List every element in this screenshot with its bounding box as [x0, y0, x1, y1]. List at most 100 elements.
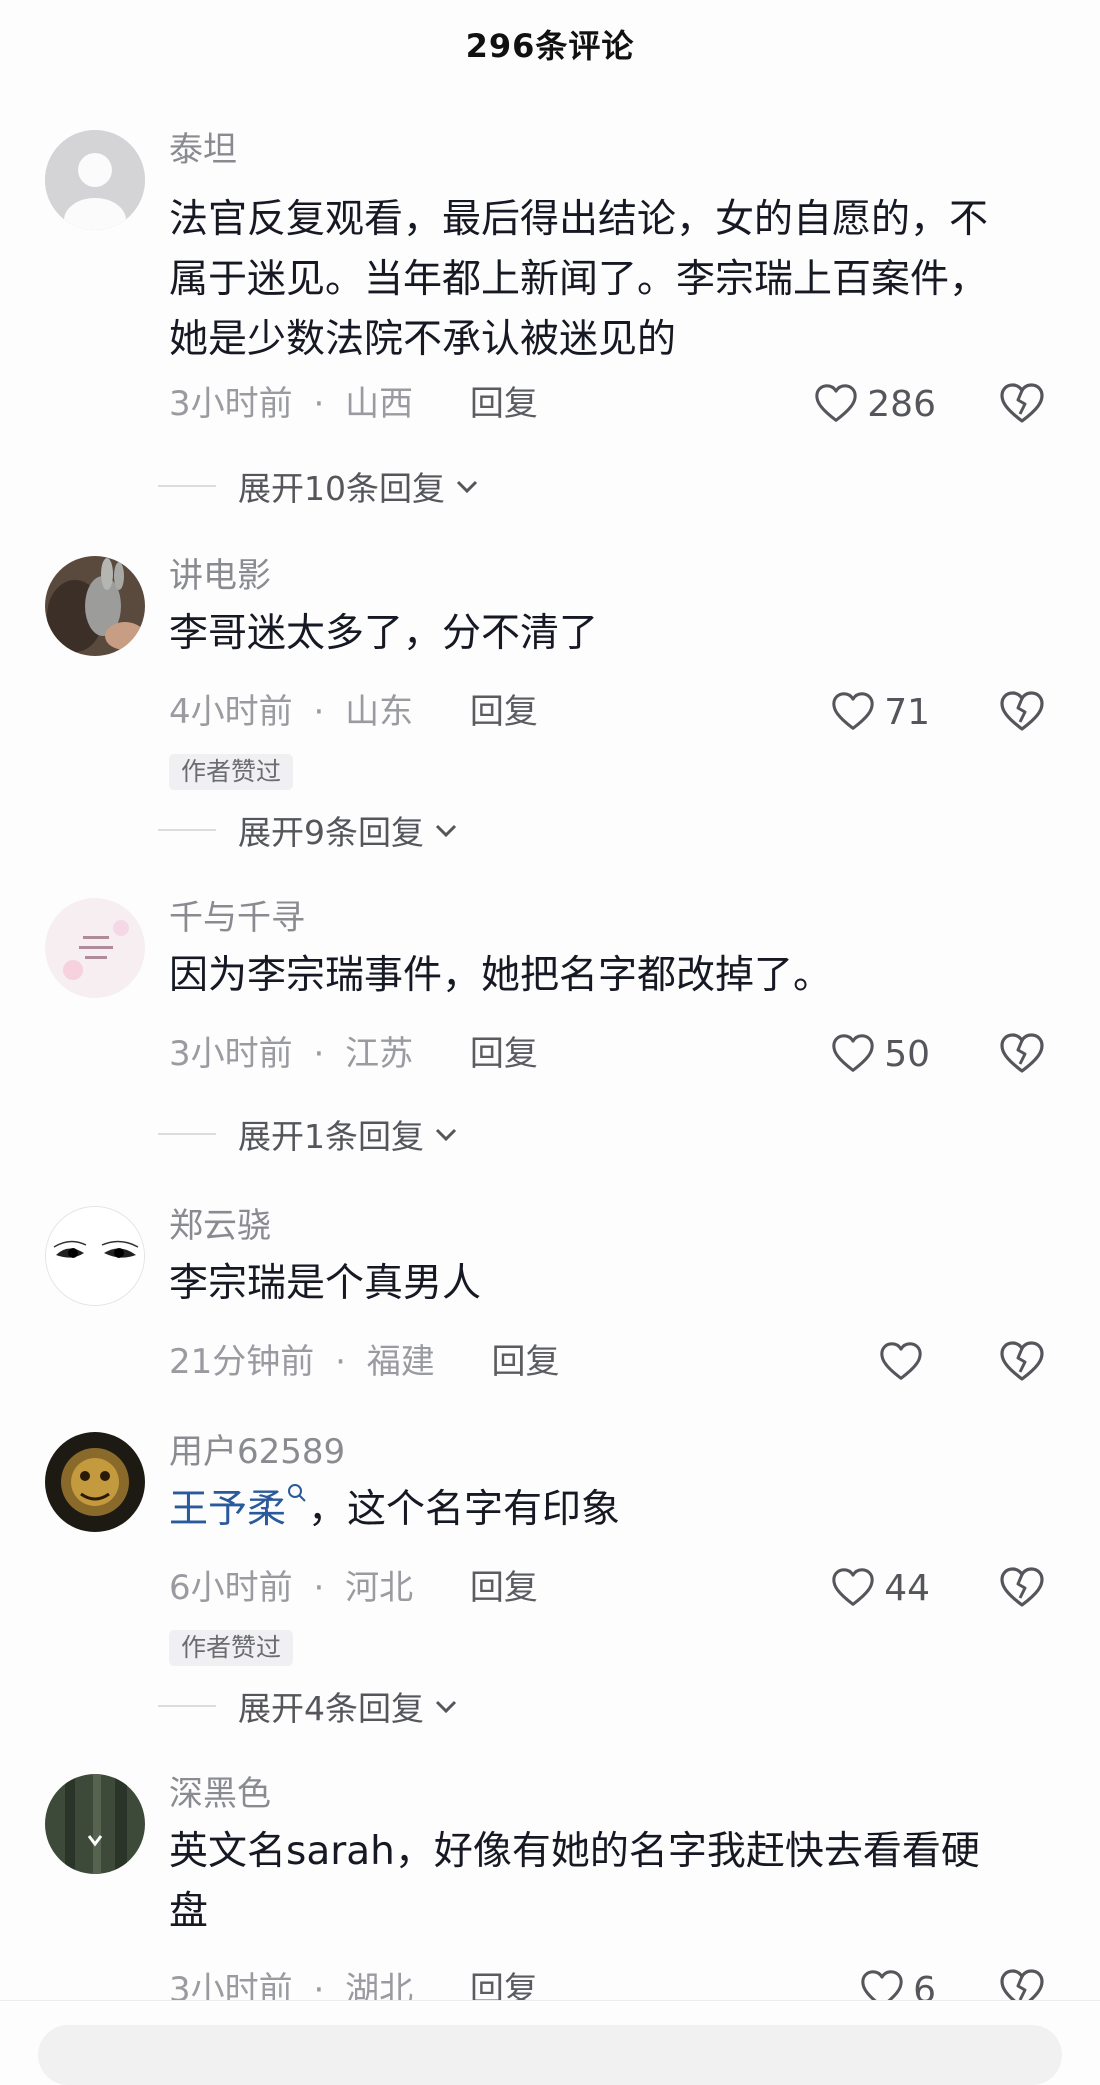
- like-button[interactable]: [878, 1337, 932, 1387]
- like-count: 6: [913, 1969, 936, 2001]
- expand-replies[interactable]: 展开1条回复: [158, 1110, 462, 1158]
- avatar[interactable]: [45, 1206, 145, 1306]
- broken-heart-icon: [1000, 1341, 1044, 1381]
- comment-time: 3小时前: [169, 1034, 293, 1074]
- comment-text-line: 盘: [169, 1889, 209, 1934]
- broken-heart-icon: [1000, 1969, 1044, 2000]
- dislike-button[interactable]: [998, 1030, 1048, 1080]
- comment-time: 6小时前: [169, 1568, 293, 1608]
- reply-button[interactable]: 回复: [470, 1970, 538, 2000]
- chevron-down-icon: [435, 1128, 457, 1142]
- comment-meta: 3小时前 · 山西 回复: [169, 382, 538, 426]
- comment-time: 4小时前: [169, 692, 293, 732]
- comment-meta: 3小时前 · 湖北 回复: [169, 1968, 538, 2000]
- meta-separator: ·: [335, 1342, 346, 1382]
- comment-username[interactable]: 深黑色: [169, 1774, 271, 1816]
- broken-heart-icon: [1000, 691, 1044, 731]
- comment-text-line: 法官反复观看，最后得出结论，女的自愿的，不: [169, 197, 989, 242]
- comment-item: 泰坦 法官反复观看，最后得出结论，女的自愿的，不 属于迷见。当年都上新闻了。李宗…: [0, 130, 1100, 510]
- like-button[interactable]: 286: [813, 379, 936, 429]
- reply-button[interactable]: 回复: [470, 1568, 538, 1608]
- comment-item: 千与千寻 因为李宗瑞事件，她把名字都改掉了。 3小时前 · 江苏 回复 50 展…: [0, 898, 1100, 1158]
- heart-outline-icon: [832, 1034, 874, 1072]
- comment-text-line: 英文名sarah，好像有她的名字我赶快去看看硬: [169, 1829, 980, 1874]
- avatar[interactable]: [45, 556, 145, 656]
- comment-item: 讲电影 李哥迷太多了，分不清了 4小时前 · 山东 回复 71 作者赞过 展开9…: [0, 556, 1100, 856]
- divider: [158, 1705, 216, 1707]
- divider: [158, 485, 216, 487]
- comment-text-line: 她是少数法院不承认被迷见的: [169, 317, 677, 362]
- comment-text: 因为李宗瑞事件，她把名字都改掉了。: [169, 953, 833, 998]
- dislike-button[interactable]: [998, 688, 1048, 738]
- reply-button[interactable]: 回复: [470, 384, 538, 424]
- dislike-button[interactable]: [998, 1966, 1048, 2000]
- search-icon[interactable]: [286, 1482, 308, 1504]
- like-button[interactable]: 6: [859, 1965, 936, 2000]
- meta-separator: ·: [313, 384, 325, 424]
- comment-location: 福建: [366, 1342, 435, 1382]
- comment-meta: 4小时前 · 山东 回复: [169, 690, 538, 734]
- comment-input[interactable]: [38, 2025, 1062, 2085]
- comment-item: 郑云骁 李宗瑞是个真男人 21分钟前 · 福建 回复: [0, 1206, 1100, 1396]
- comment-time: 21分钟前: [169, 1342, 315, 1382]
- comment-meta: 6小时前 · 河北 回复: [169, 1566, 538, 1610]
- comment-meta: 21分钟前 · 福建 回复: [169, 1340, 560, 1384]
- avatar[interactable]: [45, 130, 145, 230]
- mention-link[interactable]: 王予柔: [169, 1487, 286, 1532]
- heart-outline-icon: [815, 384, 857, 422]
- comment-time: 3小时前: [169, 384, 293, 424]
- comment-meta: 3小时前 · 江苏 回复: [169, 1032, 538, 1076]
- meta-separator: ·: [313, 1970, 325, 2000]
- comment-location: 湖北: [345, 1970, 414, 2000]
- dislike-button[interactable]: [998, 1564, 1048, 1614]
- divider: [158, 829, 216, 831]
- comment-username[interactable]: 郑云骁: [169, 1204, 271, 1248]
- comment-username[interactable]: 千与千寻: [169, 896, 305, 940]
- broken-heart-icon: [1000, 1033, 1044, 1073]
- comment-text: 李哥迷太多了，分不清了: [169, 611, 599, 656]
- heart-outline-icon: [880, 1342, 922, 1380]
- like-count: 44: [884, 1567, 930, 1609]
- comment-username[interactable]: 泰坦: [169, 128, 237, 172]
- comments-header: 296条评论: [0, 0, 1100, 88]
- heart-outline-icon: [832, 692, 874, 730]
- comment-item: 深黑色 英文名sarah，好像有她的名字我赶快去看看硬 盘 3小时前 · 湖北 …: [0, 1774, 1100, 2000]
- avatar[interactable]: [45, 1774, 145, 1874]
- expand-replies-label: 展开9条回复: [238, 813, 424, 852]
- comment-input-bar: [0, 2000, 1100, 2085]
- avatar[interactable]: [45, 1432, 145, 1532]
- like-button[interactable]: 44: [830, 1563, 930, 1613]
- comment-text-line: 属于迷见。当年都上新闻了。李宗瑞上百案件，: [169, 257, 989, 302]
- comment-text: 法官反复观看，最后得出结论，女的自愿的，不 属于迷见。当年都上新闻了。李宗瑞上百…: [169, 190, 1069, 370]
- dislike-button[interactable]: [998, 380, 1048, 430]
- divider: [158, 1133, 216, 1135]
- meta-separator: ·: [313, 692, 325, 732]
- meta-separator: ·: [313, 1034, 325, 1074]
- comment-location: 山西: [345, 384, 414, 424]
- reply-button[interactable]: 回复: [470, 692, 538, 732]
- expand-replies[interactable]: 展开9条回复: [158, 806, 462, 854]
- comment-location: 河北: [345, 1568, 414, 1608]
- expand-replies-label: 展开1条回复: [238, 1117, 424, 1156]
- avatar[interactable]: [45, 898, 145, 998]
- like-count: 71: [884, 691, 930, 733]
- comment-location: 江苏: [345, 1034, 414, 1074]
- reply-button[interactable]: 回复: [492, 1342, 560, 1382]
- broken-heart-icon: [1000, 383, 1044, 423]
- like-button[interactable]: 50: [830, 1029, 930, 1079]
- reply-button[interactable]: 回复: [470, 1034, 538, 1074]
- like-button[interactable]: 71: [830, 687, 930, 737]
- dislike-button[interactable]: [998, 1338, 1048, 1388]
- comment-count-title: 296条评论: [465, 27, 635, 65]
- comment-item: 用户62589 王予柔 ，这个名字有印象 6小时前 · 河北 回复 44 作者赞过…: [0, 1432, 1100, 1732]
- comment-username[interactable]: 用户62589: [169, 1430, 345, 1474]
- expand-replies[interactable]: 展开4条回复: [158, 1682, 462, 1730]
- comment-username[interactable]: 讲电影: [169, 554, 271, 598]
- comment-text: 英文名sarah，好像有她的名字我赶快去看看硬 盘: [169, 1822, 1069, 1942]
- heart-outline-icon: [861, 1970, 903, 2000]
- author-liked-badge: 作者赞过: [169, 1630, 294, 1666]
- meta-separator: ·: [313, 1568, 325, 1608]
- heart-outline-icon: [832, 1568, 874, 1606]
- expand-replies[interactable]: 展开10条回复: [158, 462, 483, 510]
- expand-replies-label: 展开4条回复: [238, 1689, 424, 1728]
